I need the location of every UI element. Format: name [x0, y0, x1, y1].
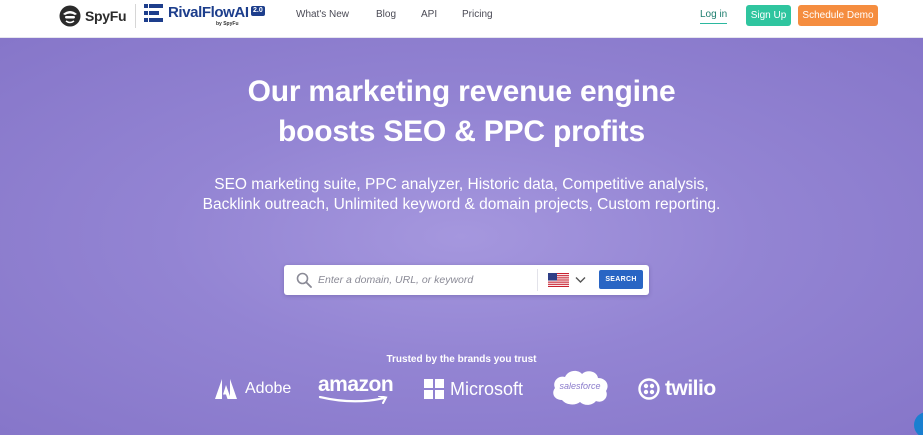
hero-title-line-1: Our marketing revenue engine [247, 75, 676, 108]
rivalflow-bars-icon [144, 4, 163, 22]
rivalflow-logo-text: RivalFlowAI [168, 4, 249, 21]
nav-blog[interactable]: Blog [376, 9, 396, 20]
microsoft-text: Microsoft [450, 378, 524, 399]
adobe-text: Adobe [245, 380, 292, 397]
spyfu-logo[interactable]: SpyFu [59, 5, 127, 27]
schedule-demo-button[interactable]: Schedule Demo [798, 5, 878, 26]
twilio-logo-icon [638, 378, 660, 400]
amazon-text: amazon [318, 373, 394, 396]
spyfu-logo-text: SpyFu [85, 8, 127, 24]
hero-title: Our marketing revenue engine boosts SEO … [0, 72, 923, 152]
search-input[interactable] [318, 268, 528, 292]
nav-api[interactable]: API [421, 9, 437, 20]
logo-divider [135, 4, 136, 28]
nav-pricing[interactable]: Pricing [462, 9, 493, 20]
microsoft-logo-icon [424, 379, 444, 399]
site-header: SpyFu RivalFlowAI 2.0 by SpyFu What's Ne… [0, 0, 923, 38]
brand-twilio: twilio [638, 371, 716, 407]
hero-subtitle: SEO marketing suite, PPC analyzer, Histo… [202, 176, 721, 213]
trusted-heading: Trusted by the brands you trust [386, 354, 537, 365]
nav-whats-new[interactable]: What's New [296, 9, 349, 20]
amazon-smile-icon [318, 396, 388, 404]
hero-section: Our marketing revenue engine boosts SEO … [0, 38, 923, 435]
signup-button[interactable]: Sign Up [746, 5, 791, 26]
search-icon [296, 272, 312, 288]
adobe-logo-icon [215, 379, 237, 399]
salesforce-text: salesforce [559, 381, 600, 391]
spyfu-spy-icon [59, 5, 81, 27]
salesforce-cloud-icon: salesforce [553, 370, 608, 405]
brand-microsoft: Microsoft [424, 371, 523, 407]
chevron-down-icon[interactable] [575, 274, 586, 285]
rivalflow-version-badge: 2.0 [251, 6, 265, 16]
brand-adobe: Adobe [215, 371, 291, 407]
chat-widget-icon[interactable] [914, 412, 923, 435]
search-divider [537, 269, 538, 291]
search-button[interactable]: SEARCH [599, 270, 643, 289]
twilio-text: twilio [665, 377, 716, 400]
rivalflow-by-spyfu: by SpyFu [216, 21, 239, 27]
search-bar: SEARCH [284, 265, 649, 295]
us-flag-icon[interactable] [548, 273, 569, 287]
login-link[interactable]: Log in [700, 9, 728, 24]
hero-title-line-2: boosts SEO & PPC profits [278, 115, 645, 148]
brand-amazon: amazon [318, 371, 394, 407]
brand-salesforce: salesforce [550, 369, 610, 405]
